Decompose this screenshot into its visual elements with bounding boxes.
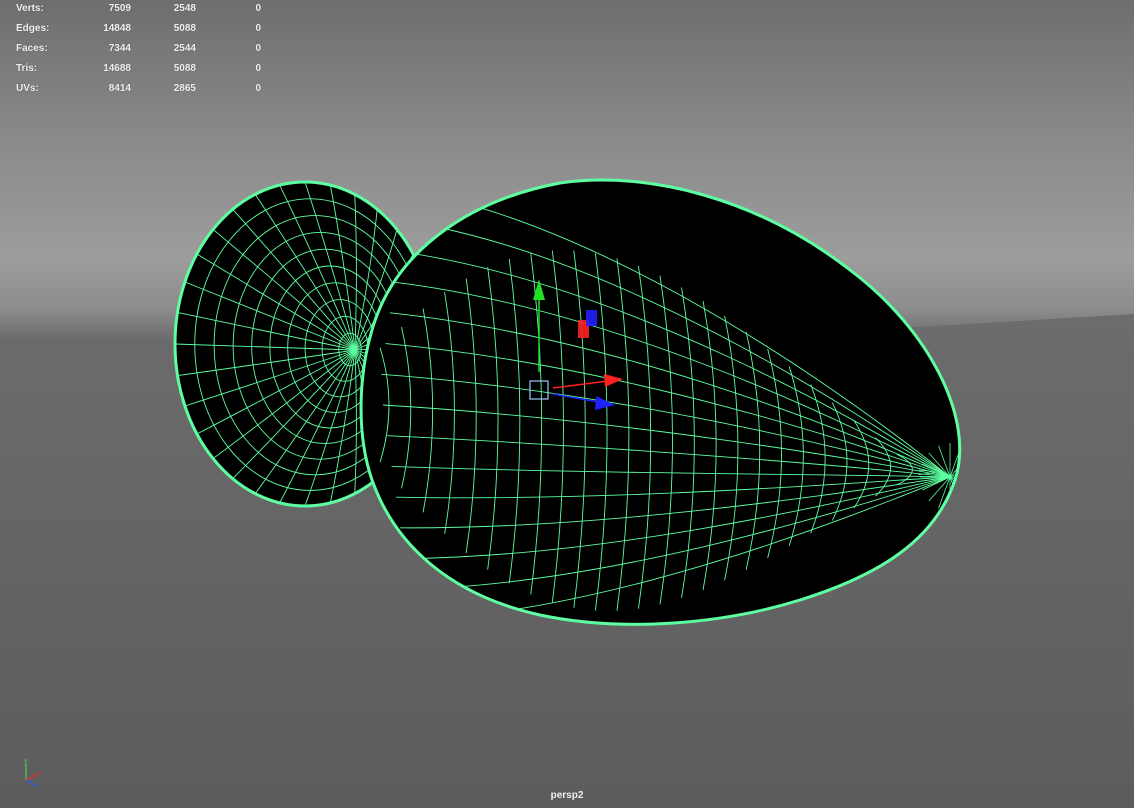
perspective-viewport[interactable]: Verts: 7509 2548 0 Edges: 14848 5088 0 F…	[0, 0, 1134, 808]
axis-label-y: y	[24, 758, 28, 765]
scene-canvas[interactable]	[0, 0, 1134, 808]
egg-body-mesh[interactable]	[359, 178, 980, 626]
world-axis-indicator-icon: y x z	[24, 758, 43, 788]
axis-label-z: z	[35, 782, 39, 788]
axis-label-x: x	[39, 770, 43, 777]
plane-handle-blue[interactable]	[586, 310, 597, 326]
camera-name-label: persp2	[550, 790, 584, 801]
